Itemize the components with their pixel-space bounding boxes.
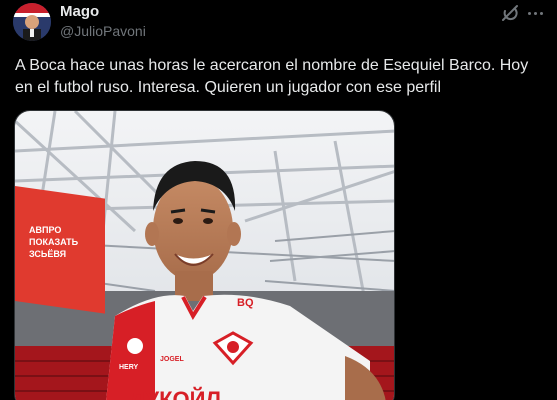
banner-line-1: АВПРО — [29, 225, 61, 235]
tweet[interactable]: Mago @JulioPavoni A Boca hace unas horas… — [0, 0, 557, 400]
author-display-name[interactable]: Mago — [60, 3, 99, 21]
avatar-image — [13, 3, 51, 41]
grok-icon[interactable] — [500, 3, 520, 23]
kit-brand: JOGEL — [160, 356, 184, 363]
more-icon[interactable] — [524, 3, 546, 23]
banner-line-2: ПОКАЗАТЬ — [29, 237, 79, 247]
shirt-patch: ВQ — [237, 297, 254, 309]
tweet-text: A Boca hace unas horas le acercaron el n… — [15, 57, 529, 96]
tweet-photo[interactable]: АВПРО ПОКАЗАТЬ ЗСЬЁВЯ HERY JOGEL ВQ ЛУКО… — [14, 110, 395, 400]
svg-text:HERY: HERY — [119, 364, 139, 371]
banner-line-3: ЗСЬЁВЯ — [29, 249, 66, 259]
avatar[interactable] — [13, 3, 51, 41]
author-handle[interactable]: @JulioPavoni — [60, 23, 146, 40]
shirt-sponsor: ЛУКОЙЛ — [130, 387, 221, 400]
